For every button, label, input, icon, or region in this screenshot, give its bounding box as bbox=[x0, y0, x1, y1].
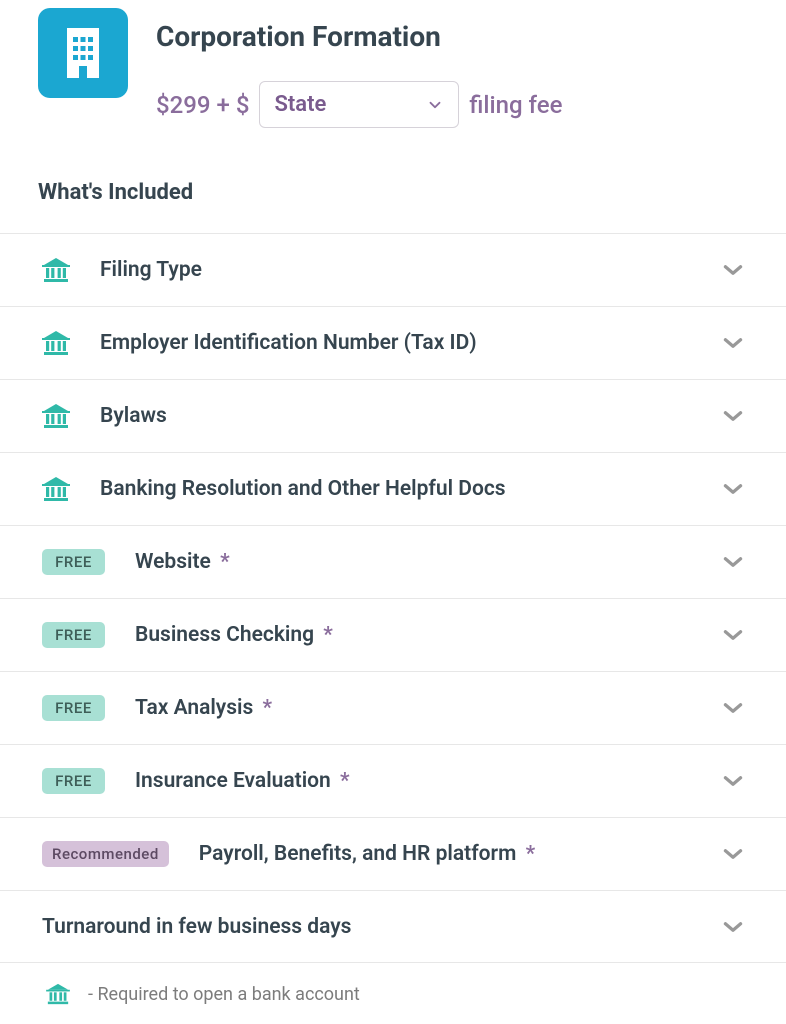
free-badge: FREE bbox=[42, 622, 105, 648]
row-label: Insurance Evaluation * bbox=[135, 769, 350, 793]
row-left: Banking Resolution and Other Helpful Doc… bbox=[42, 476, 720, 502]
chevron-down-icon bbox=[720, 549, 746, 575]
row-label: Payroll, Benefits, and HR platform * bbox=[199, 842, 535, 866]
row-label: Banking Resolution and Other Helpful Doc… bbox=[100, 477, 506, 501]
row-label: Employer Identification Number (Tax ID) bbox=[100, 331, 477, 355]
building-icon bbox=[63, 28, 103, 78]
accordion-row[interactable]: Filing Type bbox=[0, 233, 786, 306]
accordion-row[interactable]: FREE Insurance Evaluation * bbox=[0, 744, 786, 817]
row-left: FREE Tax Analysis * bbox=[42, 695, 720, 721]
free-badge: FREE bbox=[42, 768, 105, 794]
bank-icon bbox=[46, 983, 70, 1005]
free-badge: FREE bbox=[42, 549, 105, 575]
filing-fee-label: filing fee bbox=[469, 91, 562, 119]
bank-icon bbox=[42, 257, 70, 283]
section-title: What's Included bbox=[0, 128, 786, 233]
chevron-down-icon bbox=[720, 330, 746, 356]
bank-icon bbox=[42, 330, 70, 356]
chevron-down-icon bbox=[720, 768, 746, 794]
chevron-down-icon bbox=[720, 476, 746, 502]
chevron-down-icon bbox=[720, 257, 746, 283]
accordion-row[interactable]: Recommended Payroll, Benefits, and HR pla… bbox=[0, 817, 786, 890]
row-label: Tax Analysis * bbox=[135, 696, 272, 720]
row-label: Website * bbox=[135, 550, 230, 574]
row-left: Filing Type bbox=[42, 257, 720, 283]
row-label: Turnaround in few business days bbox=[42, 915, 351, 939]
chevron-down-icon bbox=[720, 914, 746, 940]
page-title: Corporation Formation bbox=[156, 20, 562, 53]
asterisk: * bbox=[215, 550, 230, 574]
asterisk: * bbox=[520, 842, 535, 866]
bank-icon bbox=[42, 403, 70, 429]
recommended-badge: Recommended bbox=[42, 841, 169, 867]
chevron-down-icon bbox=[720, 403, 746, 429]
accordion-row[interactable]: FREE Tax Analysis * bbox=[0, 671, 786, 744]
row-left: FREE Insurance Evaluation * bbox=[42, 768, 720, 794]
accordion-row[interactable]: Turnaround in few business days bbox=[0, 890, 786, 963]
accordion-row[interactable]: Banking Resolution and Other Helpful Doc… bbox=[0, 452, 786, 525]
accordion-row[interactable]: Bylaws bbox=[0, 379, 786, 452]
price-prefix: $299 + $ bbox=[156, 91, 249, 119]
state-select-label: State bbox=[274, 92, 326, 117]
row-left: FREE Website * bbox=[42, 549, 720, 575]
chevron-down-icon bbox=[720, 695, 746, 721]
row-left: FREE Business Checking * bbox=[42, 622, 720, 648]
header: Corporation Formation $299 + $ State fil… bbox=[0, 8, 786, 128]
row-left: Employer Identification Number (Tax ID) bbox=[42, 330, 720, 356]
accordion-row[interactable]: Employer Identification Number (Tax ID) bbox=[0, 306, 786, 379]
chevron-down-icon bbox=[426, 96, 444, 114]
accordion-row[interactable]: FREE Business Checking * bbox=[0, 598, 786, 671]
chevron-down-icon bbox=[720, 841, 746, 867]
bank-icon bbox=[42, 476, 70, 502]
header-text: Corporation Formation $299 + $ State fil… bbox=[156, 8, 562, 128]
accordion-row[interactable]: FREE Website * bbox=[0, 525, 786, 598]
asterisk: * bbox=[257, 696, 272, 720]
asterisk: * bbox=[318, 623, 333, 647]
price-row: $299 + $ State filing fee bbox=[156, 81, 562, 128]
legend: - Required to open a bank account bbox=[0, 963, 786, 1021]
row-label: Filing Type bbox=[100, 258, 202, 282]
free-badge: FREE bbox=[42, 695, 105, 721]
product-icon-tile bbox=[38, 8, 128, 98]
row-label: Bylaws bbox=[100, 404, 167, 428]
asterisk: * bbox=[335, 769, 350, 793]
row-left: Bylaws bbox=[42, 403, 720, 429]
legend-text: - Required to open a bank account bbox=[88, 984, 360, 1005]
row-left: Recommended Payroll, Benefits, and HR pla… bbox=[42, 841, 720, 867]
row-left: Turnaround in few business days bbox=[42, 915, 720, 939]
row-label: Business Checking * bbox=[135, 623, 333, 647]
chevron-down-icon bbox=[720, 622, 746, 648]
state-select[interactable]: State bbox=[259, 81, 459, 128]
